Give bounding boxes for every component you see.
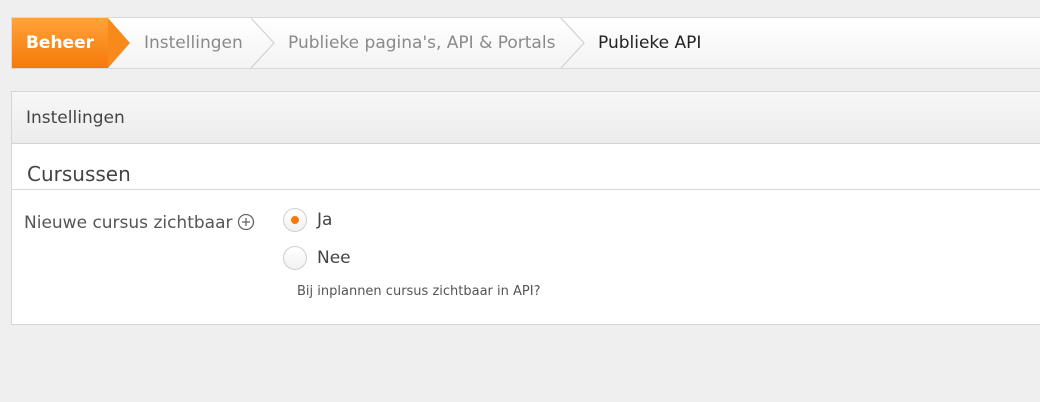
breadcrumb: Beheer Instellingen Publieke pagina's, A… [11, 17, 1040, 69]
radio-ja[interactable] [283, 208, 307, 232]
field-label-text: Nieuwe cursus zichtbaar [24, 213, 233, 233]
field-label: Nieuwe cursus zichtbaar [24, 213, 255, 236]
settings-panel: Instellingen Cursussen Nieuwe cursus zic… [11, 91, 1040, 325]
radio-option-ja[interactable]: Ja [283, 207, 332, 233]
field-hint: Bij inplannen cursus zichtbaar in API? [297, 284, 541, 299]
breadcrumb-home-arrow [108, 18, 130, 68]
section-title: Cursussen [27, 162, 131, 186]
radio-nee[interactable] [283, 246, 307, 270]
radio-label-nee: Nee [317, 248, 351, 268]
radio-label-ja: Ja [317, 210, 333, 230]
section-divider [12, 189, 1040, 190]
plus-circle-icon[interactable] [237, 213, 255, 236]
panel-header: Instellingen [12, 92, 1040, 144]
radio-option-nee[interactable]: Nee [283, 245, 351, 271]
breadcrumb-item-publieke-api: Publieke API [598, 33, 702, 53]
breadcrumb-separator-icon [560, 18, 586, 68]
breadcrumb-item-publieke-paginas[interactable]: Publieke pagina's, API & Portals [288, 18, 555, 68]
breadcrumb-item-instellingen[interactable]: Instellingen [144, 18, 243, 68]
breadcrumb-separator-icon [250, 18, 276, 68]
breadcrumb-item-beheer[interactable]: Beheer [12, 18, 108, 68]
